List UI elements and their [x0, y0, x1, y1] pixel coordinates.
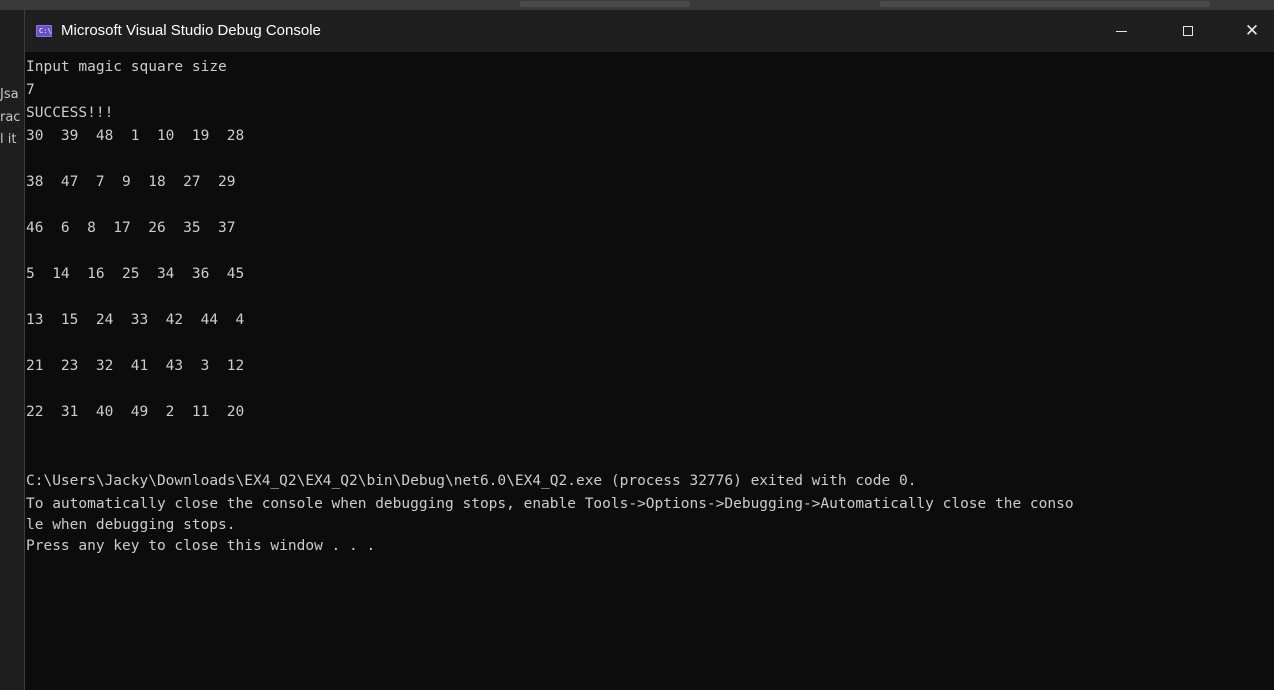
window-title: Microsoft Visual Studio Debug Console — [61, 22, 321, 39]
close-icon: ✕ — [1244, 21, 1260, 41]
auto-close-hint: To automatically close the console when … — [26, 496, 1074, 512]
screen: Jsa rac l it C:\ Microsoft Visual Studio… — [0, 0, 1274, 690]
magic-square-row: 13 15 24 33 42 44 4 — [26, 312, 245, 328]
magic-square-row: 46 6 8 17 26 35 37 — [26, 220, 236, 236]
magic-square-row: 5 14 16 25 34 36 45 — [26, 266, 245, 282]
background-window-strip — [0, 0, 1274, 10]
clipped-text: rac — [0, 110, 21, 125]
clipped-text: Jsa — [0, 87, 19, 102]
console-output[interactable]: Input magic square size 7 SUCCESS!!! 30 … — [25, 52, 1274, 690]
press-any-key-prompt: Press any key to close this window . . . — [26, 538, 376, 554]
magic-square-row: 30 39 48 1 10 19 28 — [26, 128, 245, 144]
auto-close-hint-continued: le when debugging stops. — [26, 517, 236, 533]
process-exit-message: C:\Users\Jacky\Downloads\EX4_Q2\EX4_Q2\b… — [26, 473, 917, 489]
title-bar[interactable]: C:\ Microsoft Visual Studio Debug Consol… — [25, 10, 1274, 52]
maximize-button[interactable] — [1165, 10, 1211, 52]
console-line: SUCCESS!!! — [26, 105, 114, 121]
console-app-icon: C:\ — [36, 25, 52, 37]
maximize-icon — [1183, 26, 1193, 36]
debug-console-window: C:\ Microsoft Visual Studio Debug Consol… — [24, 10, 1274, 690]
magic-square-row: 21 23 32 41 43 3 12 — [26, 358, 245, 374]
console-icon-glyph: C:\ — [39, 27, 52, 35]
console-line: 7 — [26, 82, 35, 98]
magic-square-row: 22 31 40 49 2 11 20 — [26, 404, 245, 420]
background-tab-fragment — [880, 1, 1210, 7]
magic-square-row: 38 47 7 9 18 27 29 — [26, 174, 236, 190]
clipped-text: l it — [0, 132, 17, 147]
minimize-icon — [1116, 31, 1127, 32]
background-window-left-edge: Jsa rac l it — [0, 10, 25, 690]
minimize-button[interactable] — [1098, 10, 1144, 52]
console-line: Input magic square size — [26, 59, 227, 75]
close-button[interactable]: ✕ — [1229, 10, 1274, 52]
background-tab-fragment — [520, 1, 690, 7]
